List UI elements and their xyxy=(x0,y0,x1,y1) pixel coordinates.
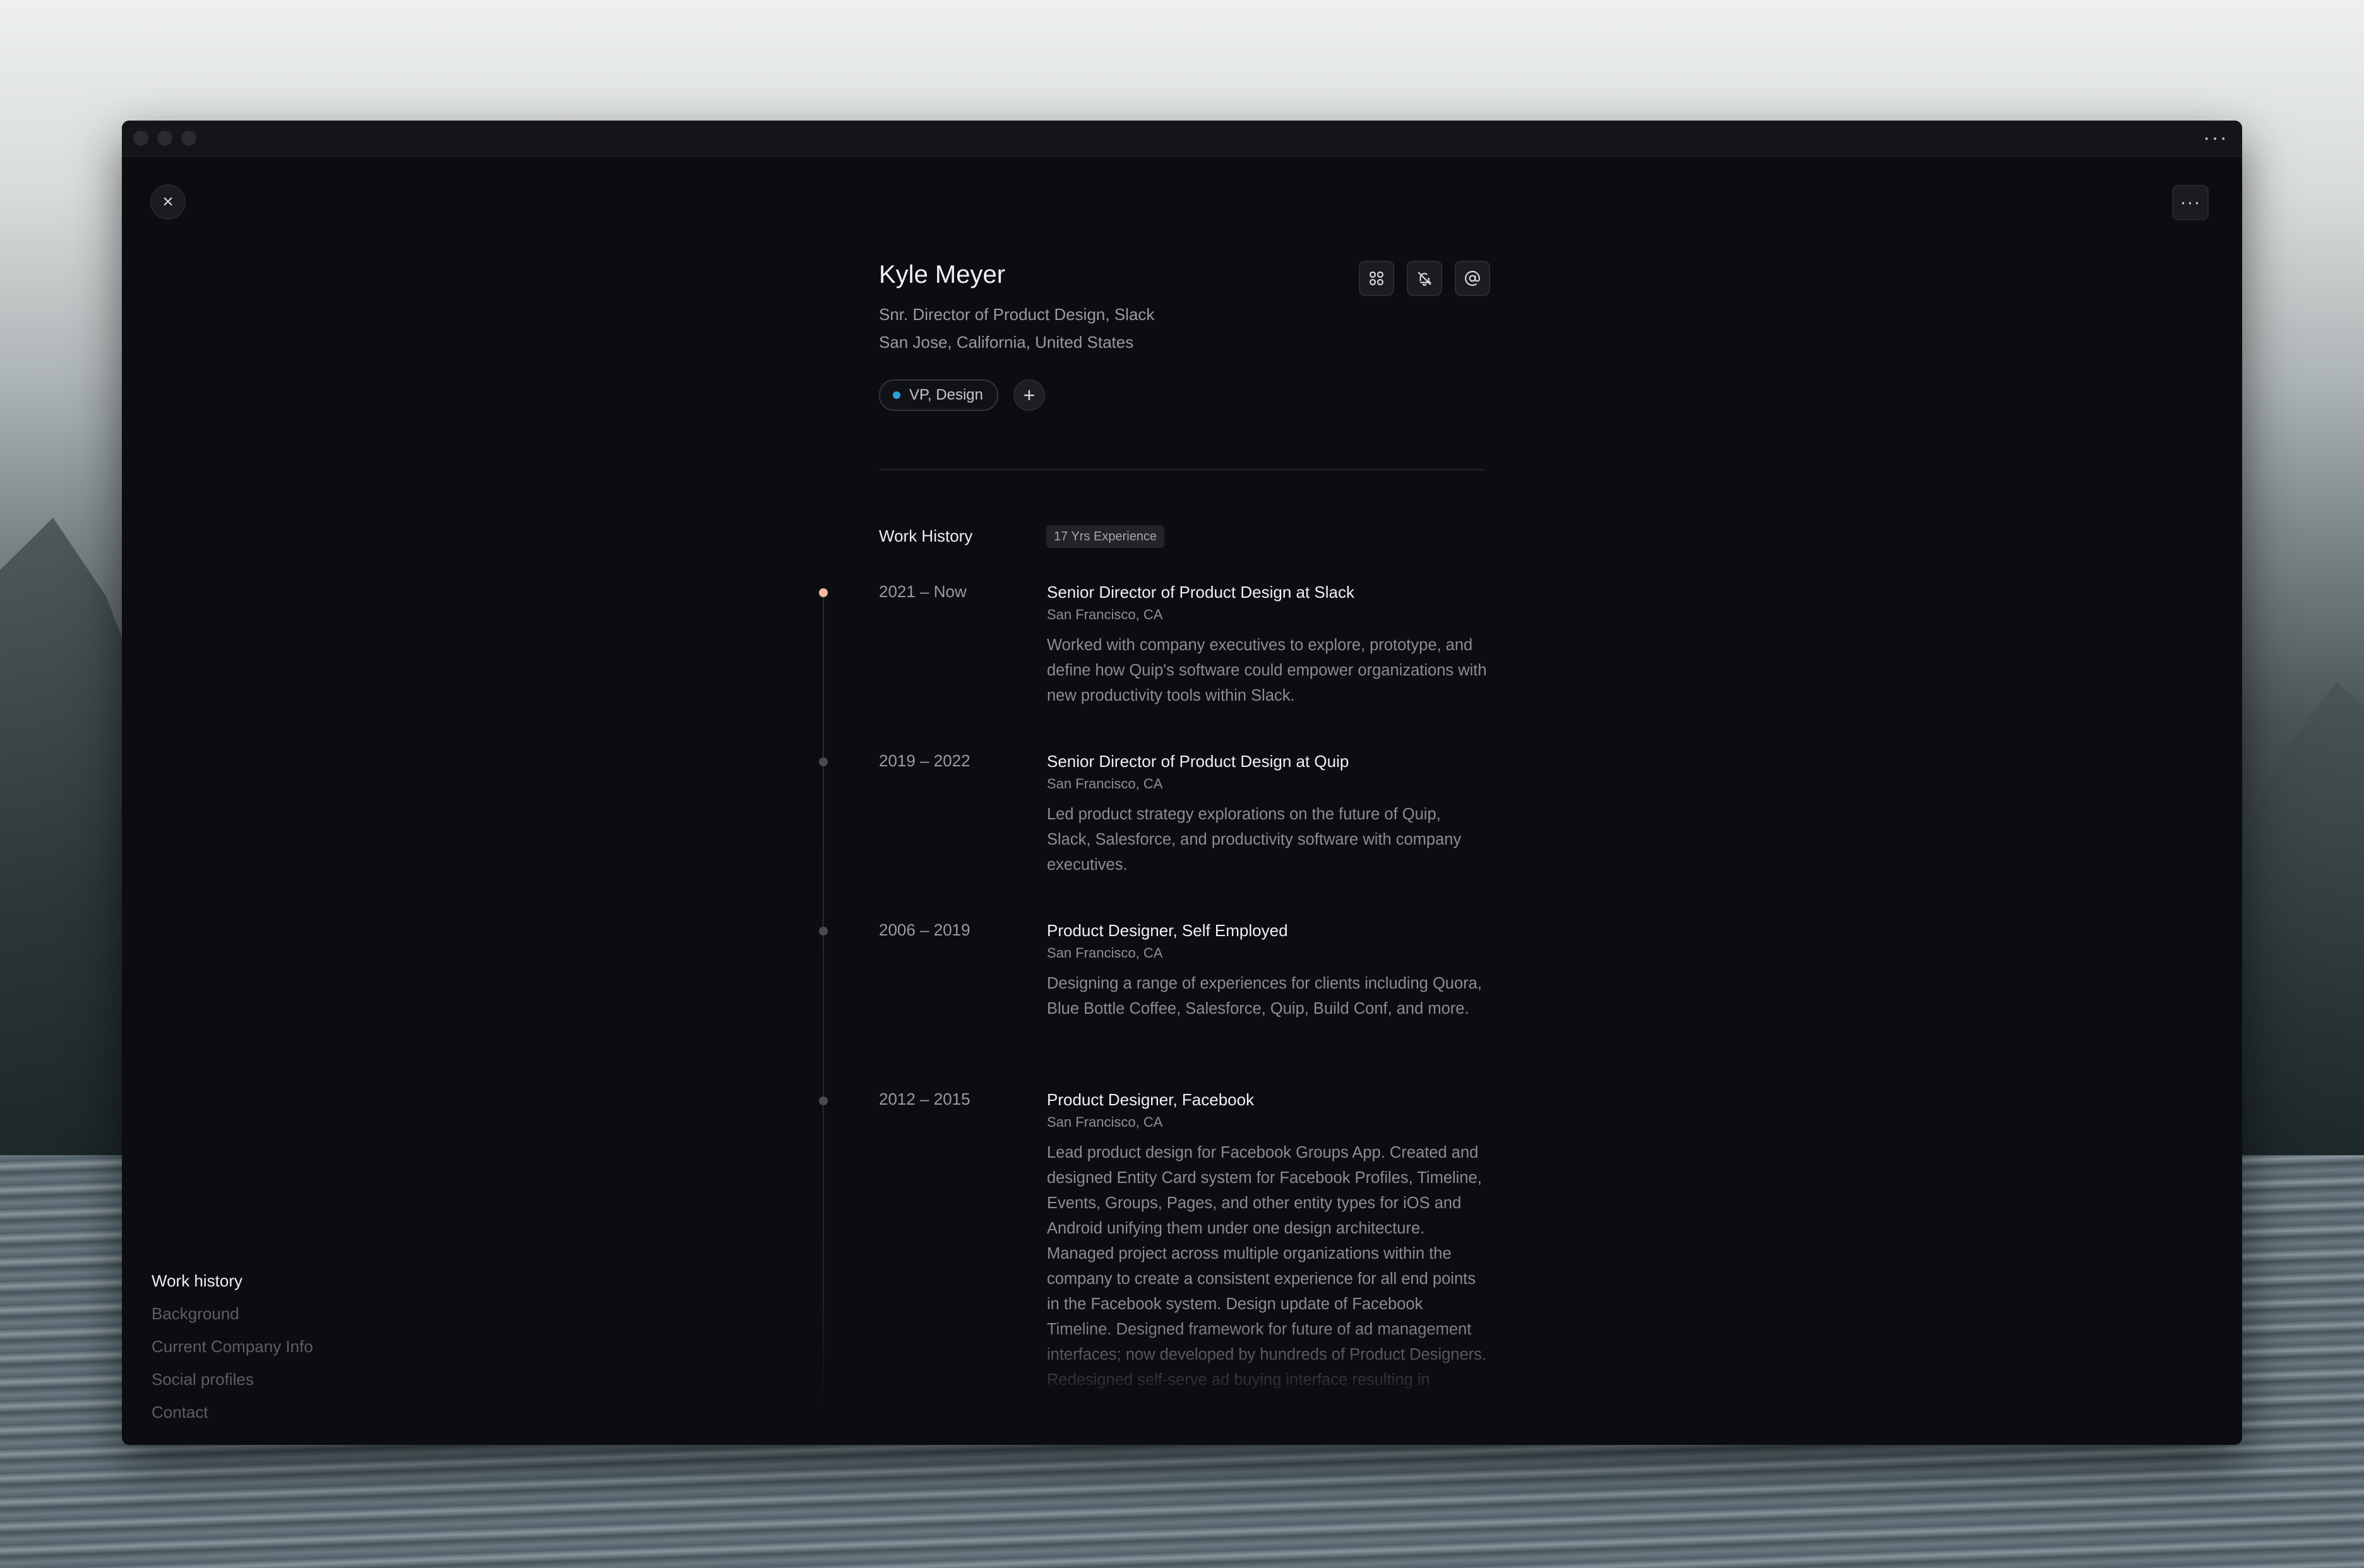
entry-years: 2019 – 2022 xyxy=(879,751,970,770)
timeline-dot xyxy=(819,757,828,766)
titlebar-more-icon[interactable]: ··· xyxy=(2203,126,2228,150)
app-window: ··· × ··· Kyle Meyer Snr. Director of Pr… xyxy=(122,121,2242,1445)
command-icon xyxy=(1370,271,1383,285)
entry-description: Led product strategy explorations on the… xyxy=(1047,805,1462,874)
background-mountain-right xyxy=(2225,682,2364,1174)
entry-description: Lead product design for Facebook Groups … xyxy=(1047,1144,1486,1389)
plus-icon: + xyxy=(1023,383,1036,407)
close-button[interactable]: × xyxy=(150,184,186,220)
nav-item-background[interactable]: Background xyxy=(152,1297,313,1330)
more-options-button[interactable]: ··· xyxy=(2172,185,2209,220)
entry-title: Product Designer, Self Employed xyxy=(1047,921,1288,940)
entry-body: Senior Director of Product Design at Sla… xyxy=(1047,582,1489,708)
zoom-window-control[interactable] xyxy=(181,131,196,146)
title-bar: ··· xyxy=(122,121,2242,157)
command-button[interactable] xyxy=(1359,261,1394,296)
status-dot-icon xyxy=(893,391,900,399)
entry-description: Designing a range of experiences for cli… xyxy=(1047,975,1482,1018)
close-window-control[interactable] xyxy=(133,131,148,146)
entry-years: 2006 – 2019 xyxy=(879,920,970,939)
timeline-dot xyxy=(819,927,828,935)
more-icon: ··· xyxy=(2180,192,2201,213)
entry-body: Product Designer, Facebook San Francisco… xyxy=(1047,1090,1489,1399)
entry-years: 2021 – Now xyxy=(879,582,967,601)
tag-label: VP, Design xyxy=(909,386,983,403)
entry-body: Senior Director of Product Design at Qui… xyxy=(1047,751,1489,877)
nav-item-social-profiles[interactable]: Social profiles xyxy=(152,1363,313,1396)
add-tag-button[interactable]: + xyxy=(1013,379,1045,411)
entry-description: Worked with company executives to explor… xyxy=(1047,636,1487,704)
tag-chip[interactable]: VP, Design xyxy=(879,379,998,411)
entry-place: San Francisco, CA xyxy=(1047,1114,1163,1130)
nav-item-work-history[interactable]: Work history xyxy=(152,1264,313,1297)
entry-title: Senior Director of Product Design at Sla… xyxy=(1047,583,1354,602)
profile-role: Snr. Director of Product Design, Slack xyxy=(879,305,1155,324)
entry-place: San Francisco, CA xyxy=(1047,776,1163,792)
mention-button[interactable] xyxy=(1455,261,1490,296)
at-sign-icon xyxy=(1465,271,1480,286)
tag-list: VP, Design + xyxy=(879,379,1045,411)
nav-item-contact[interactable]: Contact xyxy=(152,1396,313,1428)
mute-notifications-button[interactable] xyxy=(1407,261,1442,296)
work-history-heading: Work History xyxy=(879,526,973,545)
timeline-dot xyxy=(819,1096,828,1105)
entry-body: Product Designer, Self Employed San Fran… xyxy=(1047,920,1489,1021)
window-controls xyxy=(133,131,196,146)
entry-title: Senior Director of Product Design at Qui… xyxy=(1047,752,1349,771)
experience-badge: 17 Yrs Experience xyxy=(1046,525,1165,548)
section-divider xyxy=(879,469,1485,470)
profile-actions xyxy=(1359,261,1490,296)
minimize-window-control[interactable] xyxy=(157,131,172,146)
close-icon: × xyxy=(162,191,174,212)
entry-years: 2012 – 2015 xyxy=(879,1090,970,1108)
bell-off-icon xyxy=(1418,271,1432,286)
entry-place: San Francisco, CA xyxy=(1047,945,1163,961)
profile-location: San Jose, California, United States xyxy=(879,333,1134,352)
entry-title: Product Designer, Facebook xyxy=(1047,1090,1255,1109)
timeline-line xyxy=(823,594,824,1408)
timeline-dot-current xyxy=(819,588,828,597)
entry-place: San Francisco, CA xyxy=(1047,607,1163,622)
section-nav: Work history Background Current Company … xyxy=(152,1264,313,1428)
profile-name: Kyle Meyer xyxy=(879,261,1006,288)
nav-item-current-company-info[interactable]: Current Company Info xyxy=(152,1330,313,1363)
